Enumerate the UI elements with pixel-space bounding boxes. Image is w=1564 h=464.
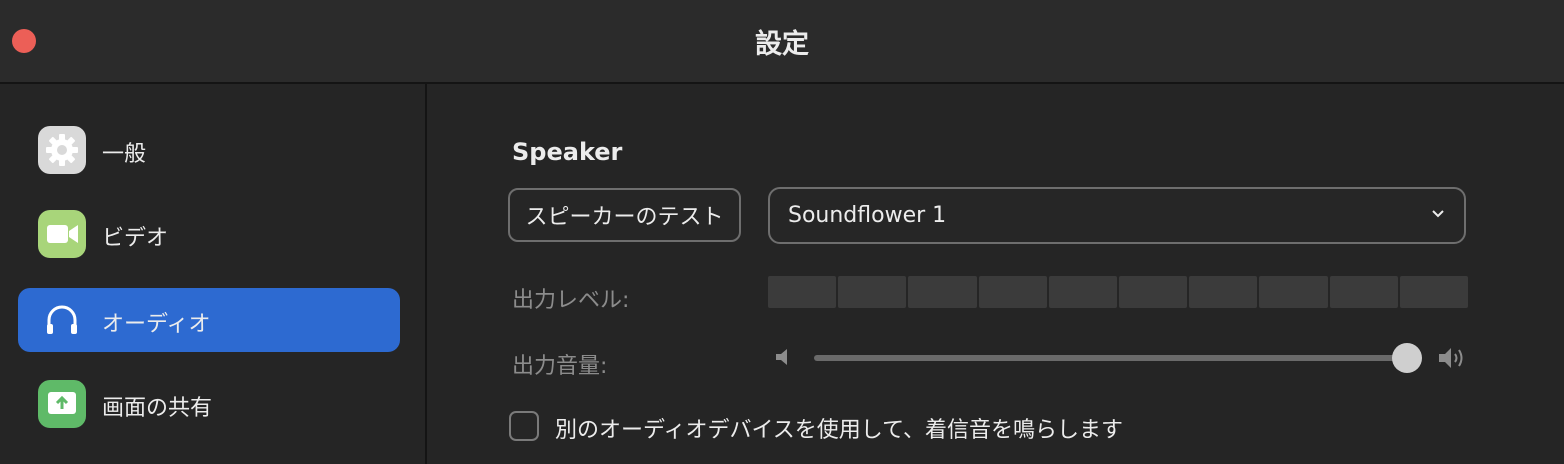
- speaker-high-icon: [1437, 345, 1469, 371]
- sidebar-item-share-screen[interactable]: 画面の共有: [18, 372, 400, 436]
- video-camera-icon: [38, 210, 86, 258]
- speaker-device-value: Soundflower 1: [788, 203, 947, 228]
- audio-settings-panel: Speaker スピーカーのテスト Soundflower 1 出力レベル: 出…: [427, 84, 1564, 464]
- speaker-section-title: Speaker: [512, 138, 623, 166]
- level-meter-segment: [838, 276, 907, 308]
- speaker-low-icon: [774, 347, 794, 367]
- speaker-device-select[interactable]: Soundflower 1: [768, 187, 1466, 244]
- chevron-down-icon: [1430, 205, 1446, 221]
- title-bar: 設定: [0, 0, 1564, 84]
- level-meter-segment: [1399, 276, 1469, 308]
- output-level-label: 出力レベル:: [512, 288, 630, 313]
- output-volume-slider[interactable]: [814, 355, 1407, 361]
- output-level-meter: [768, 276, 1469, 308]
- output-volume-slider-thumb[interactable]: [1392, 343, 1422, 373]
- sidebar-item-label: オーディオ: [102, 312, 211, 337]
- sidebar-item-general[interactable]: 一般: [18, 118, 400, 182]
- level-meter-segment: [1119, 276, 1188, 308]
- headphones-icon: [38, 296, 86, 344]
- sidebar-item-label: ビデオ: [102, 226, 169, 251]
- window-title: 設定: [755, 29, 809, 60]
- ringtone-device-label: 別のオーディオデバイスを使用して、着信音を鳴らします: [555, 418, 1124, 443]
- test-speaker-button[interactable]: スピーカーのテスト: [508, 188, 741, 242]
- level-meter-segment: [1048, 276, 1118, 308]
- level-meter-segment: [768, 276, 837, 308]
- level-meter-segment: [1259, 276, 1328, 308]
- sidebar-item-audio[interactable]: オーディオ: [18, 288, 400, 352]
- level-meter-segment: [978, 276, 1047, 308]
- settings-sidebar: 一般 ビデオ オーディオ 画面の共有: [0, 84, 427, 464]
- gear-icon: [38, 126, 86, 174]
- level-meter-segment: [1329, 276, 1398, 308]
- level-meter-segment: [1189, 276, 1258, 308]
- sidebar-item-label: 画面の共有: [102, 396, 213, 421]
- level-meter-segment: [908, 276, 977, 308]
- sidebar-item-video[interactable]: ビデオ: [18, 202, 400, 266]
- ringtone-device-checkbox[interactable]: [509, 411, 539, 441]
- sidebar-item-label: 一般: [102, 142, 147, 167]
- share-screen-icon: [38, 380, 86, 428]
- output-volume-label: 出力音量:: [512, 354, 608, 379]
